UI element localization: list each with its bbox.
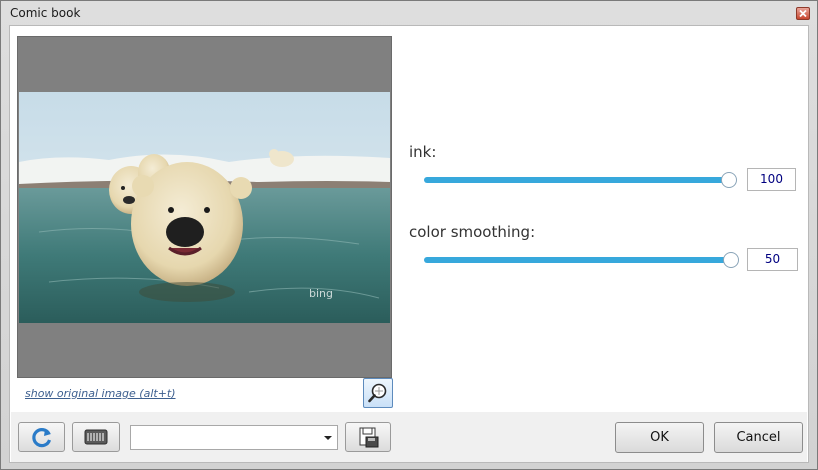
color-smoothing-slider-thumb[interactable] (723, 252, 739, 268)
refresh-icon (32, 428, 52, 448)
ink-slider-track[interactable] (424, 177, 729, 183)
floppy-save-icon (359, 427, 379, 448)
ink-slider-thumb[interactable] (721, 172, 737, 188)
magnifier-icon (368, 383, 387, 403)
close-icon (799, 9, 807, 18)
reset-button[interactable] (18, 422, 65, 452)
chevron-down-icon[interactable] (324, 436, 332, 440)
ink-value-field[interactable]: 100 (747, 168, 796, 191)
watermark-text: bing (309, 287, 333, 300)
preset-select[interactable] (130, 425, 338, 450)
dialog-client-area: bing show original image (alt+t) ink: 10… (9, 25, 809, 463)
dialog-window: Comic book bing show original image (alt… (0, 0, 818, 470)
color-smoothing-label: color smoothing: (409, 223, 536, 241)
save-preset-button[interactable] (345, 422, 391, 452)
close-button[interactable] (796, 7, 810, 20)
keyboard-icon (84, 429, 108, 445)
preview-image: bing (19, 92, 390, 323)
preview-panel: bing (17, 36, 392, 378)
button-bar: OK Cancel (11, 412, 807, 462)
color-smoothing-value-field[interactable]: 50 (747, 248, 798, 271)
title-bar[interactable]: Comic book (1, 1, 817, 25)
ink-label: ink: (409, 143, 437, 161)
presets-button[interactable] (72, 422, 120, 452)
color-smoothing-slider-track[interactable] (424, 257, 732, 263)
zoom-button[interactable] (363, 378, 393, 408)
window-title: Comic book (10, 6, 81, 20)
cancel-button[interactable]: Cancel (714, 422, 803, 453)
ok-button[interactable]: OK (615, 422, 704, 453)
show-original-link[interactable]: show original image (alt+t) (25, 387, 176, 400)
